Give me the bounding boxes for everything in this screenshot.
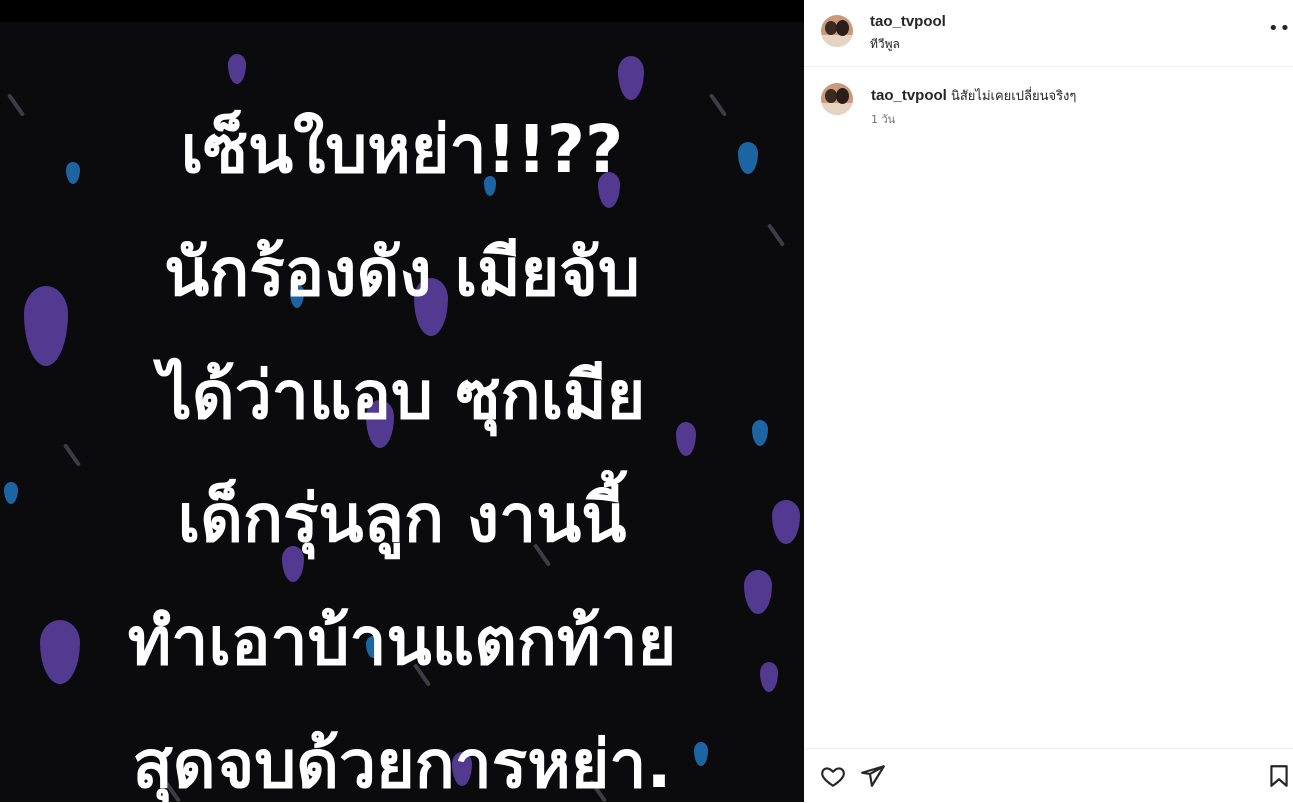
caption: tao_tvpool นิสัยไม่เคยเปลี่ยนจริงๆ 1 วัน (804, 80, 1293, 130)
action-bar (804, 748, 1293, 803)
post-header: tao_tvpool ทีวีพูล ••• (804, 0, 1293, 67)
caption-timestamp[interactable]: 1 วัน (871, 110, 895, 128)
headline-line: เซ็นใบหย่า!!?? (180, 111, 624, 188)
header-username[interactable]: tao_tvpool (870, 13, 946, 30)
bookmark-icon[interactable] (1266, 763, 1292, 789)
avatar[interactable] (821, 15, 853, 47)
raindrop-decoration (228, 54, 246, 84)
caption-text-row: tao_tvpool นิสัยไม่เคยเปลี่ยนจริงๆ (871, 85, 1076, 106)
headline-line: นักร้องดัง เมียจับ (164, 234, 640, 311)
heart-icon[interactable] (820, 763, 846, 789)
post-media[interactable]: เซ็นใบหย่า!!?? นักร้องดัง เมียจับ ได้ว่า… (0, 0, 804, 802)
headline-line: ทำเอาบ้านแตกท้าย (127, 603, 677, 680)
caption-text: นิสัยไม่เคยเปลี่ยนจริงๆ (950, 89, 1077, 104)
headline-line: เด็กรุ่นลูก งานนี้ (177, 480, 627, 557)
send-icon[interactable] (860, 763, 886, 789)
post-image-headline: เซ็นใบหย่า!!?? นักร้องดัง เมียจับ ได้ว่า… (0, 88, 804, 802)
caption-username[interactable]: tao_tvpool (871, 87, 947, 104)
avatar[interactable] (821, 83, 853, 115)
headline-line: สุดจบด้วยการหย่า. (132, 726, 672, 802)
headline-line: ได้ว่าแอบ ซุกเมีย (158, 357, 646, 434)
post-side-panel: tao_tvpool ทีวีพูล ••• tao_tvpool นิสัยไ… (804, 0, 1293, 802)
more-options-icon[interactable]: ••• (1268, 18, 1293, 39)
header-location[interactable]: ทีวีพูล (870, 35, 900, 54)
